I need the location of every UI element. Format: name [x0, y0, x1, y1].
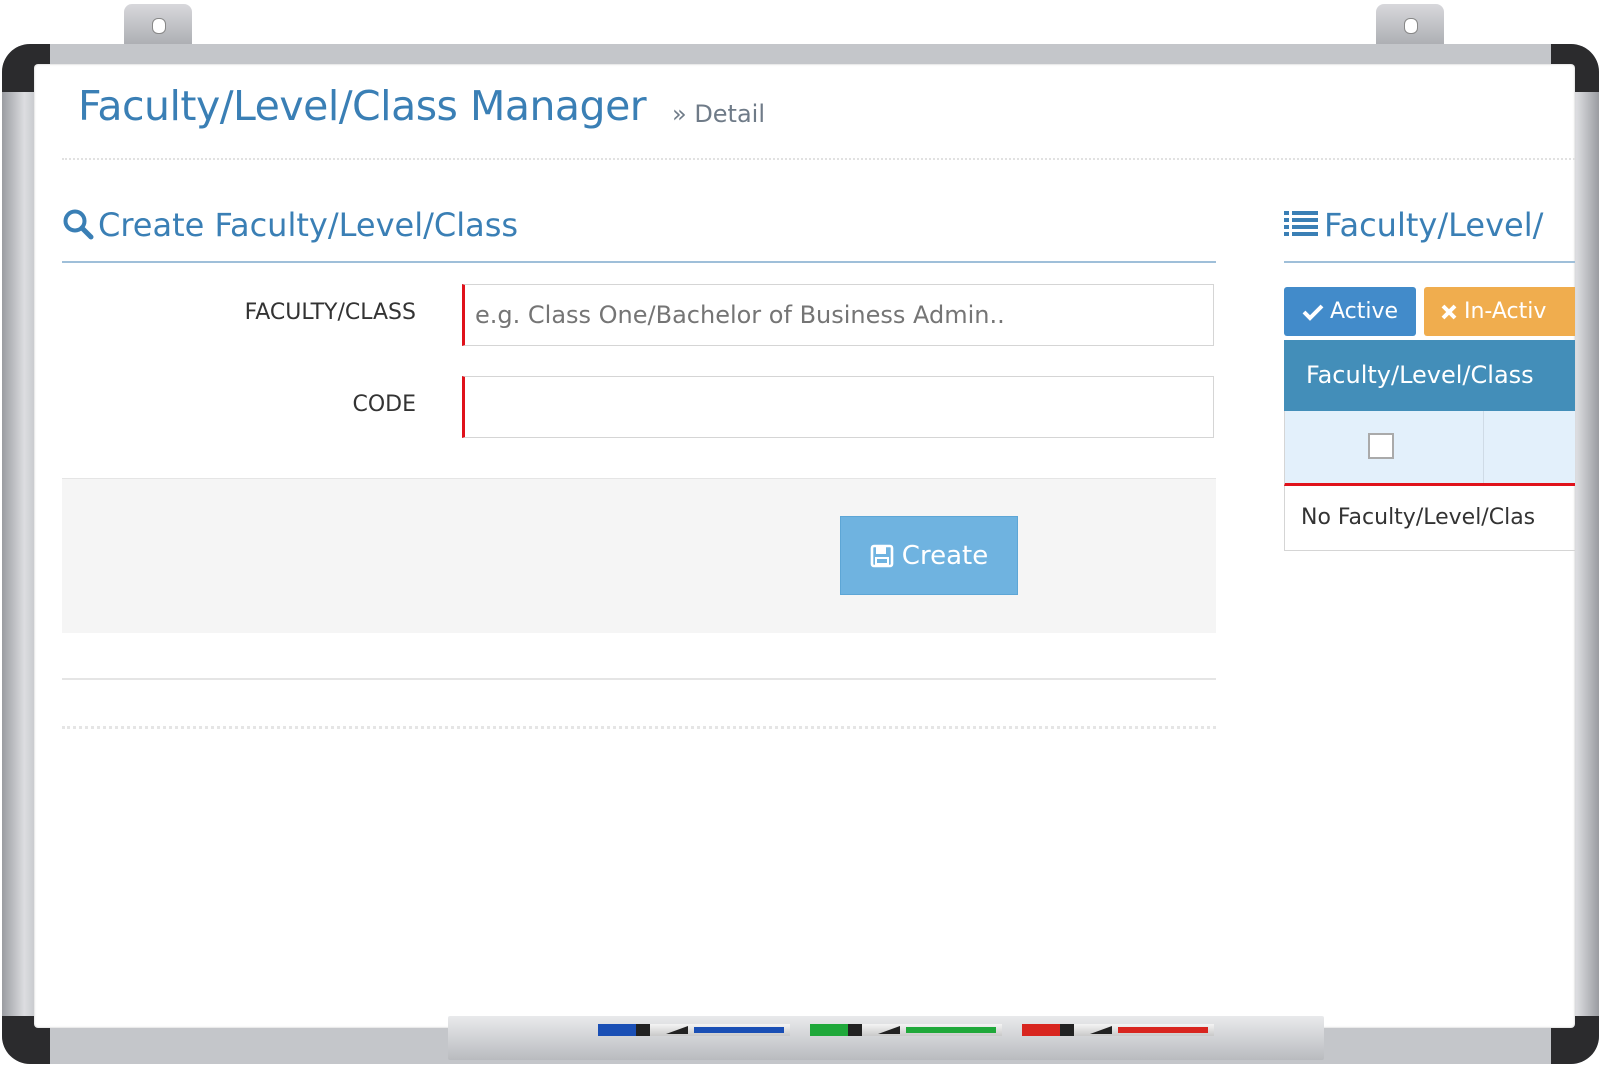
list-section-title: Faculty/Level/: [1284, 206, 1543, 244]
blue-marker: [598, 1024, 814, 1036]
active-filter-label: Active: [1329, 299, 1399, 324]
whiteboard-frame: Faculty/Level/Class Manager » Detail Cre…: [2, 44, 1599, 1064]
list-section-label: Faculty/Level/: [1324, 206, 1544, 244]
page-title: Faculty/Level/Class Manager: [78, 82, 647, 130]
breadcrumb: » Detail: [672, 100, 766, 128]
table-header-faculty[interactable]: Faculty/Level/Class: [1284, 340, 1575, 411]
checkbox-icon[interactable]: [1368, 433, 1394, 459]
create-section-title: Create Faculty/Level/Class: [62, 206, 518, 244]
faculty-class-label: FACULTY/CLASS: [244, 300, 416, 325]
board-hook-left: [124, 4, 192, 48]
marker-tray: [448, 1016, 1324, 1060]
divider: [62, 678, 1216, 680]
inactive-filter-label: In-Activ: [1464, 299, 1547, 324]
empty-message: No Faculty/Level/Clas: [1284, 486, 1575, 551]
create-button-label: Create: [901, 540, 989, 571]
divider: [62, 726, 1216, 729]
section-underline: [1284, 261, 1575, 263]
check-icon: [1302, 304, 1324, 321]
form-actions: Create: [62, 478, 1216, 633]
faculty-class-input[interactable]: [462, 284, 1214, 346]
red-marker: [1022, 1024, 1238, 1036]
search-icon: [63, 209, 94, 240]
table-select-row: [1284, 411, 1575, 486]
column-separator: [1483, 411, 1484, 483]
screen: Faculty/Level/Class Manager » Detail Cre…: [34, 64, 1575, 1028]
active-filter-button[interactable]: Active: [1284, 287, 1416, 336]
divider: [62, 158, 1575, 160]
code-label: CODE: [352, 392, 416, 417]
code-input[interactable]: [462, 376, 1214, 438]
inactive-filter-button[interactable]: In-Activ: [1424, 287, 1575, 336]
save-icon: [870, 544, 894, 567]
list-icon: [1284, 211, 1318, 236]
green-marker: [810, 1024, 1026, 1036]
faculty-table: Faculty/Level/Class No Faculty/Level/Cla…: [1284, 340, 1575, 551]
section-underline: [62, 261, 1216, 263]
create-button[interactable]: Create: [840, 516, 1018, 595]
board-hook-right: [1376, 4, 1444, 48]
create-section-label: Create Faculty/Level/Class: [98, 206, 519, 244]
times-icon: [1441, 304, 1457, 319]
